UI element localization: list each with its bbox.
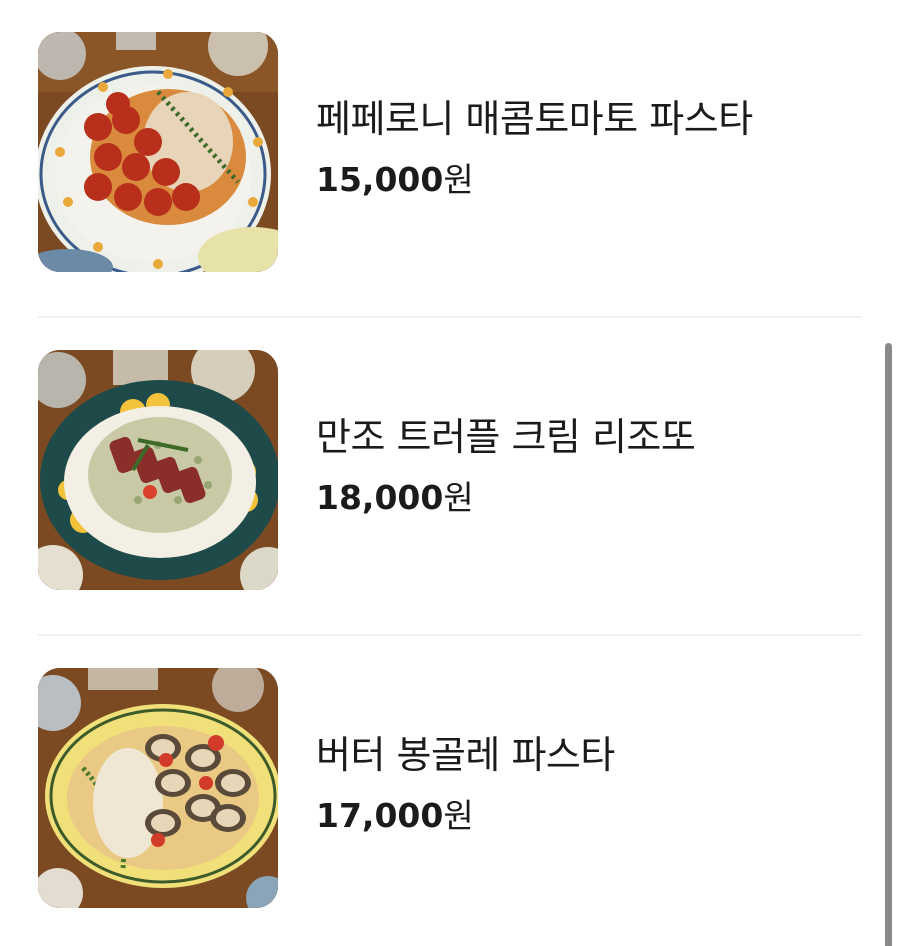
menu-item-name: 만조 트러플 크림 리조또 xyxy=(316,415,696,459)
menu-item-price: 17,000원 xyxy=(316,794,615,838)
vongole-pasta-photo xyxy=(38,668,278,908)
price-value: 17,000 xyxy=(316,796,444,835)
pepperoni-pasta-photo xyxy=(38,32,278,272)
menu-item-info: 만조 트러플 크림 리조또 18,000원 xyxy=(316,412,696,520)
menu-item-truffle-risotto[interactable]: 만조 트러플 크림 리조또 18,000원 xyxy=(38,318,862,636)
menu-item-name: 페페로니 매콤토마토 파스타 xyxy=(316,97,753,141)
menu-item-price: 18,000원 xyxy=(316,476,695,520)
truffle-risotto-photo xyxy=(38,350,278,590)
menu-item-name: 버터 봉골레 파스타 xyxy=(316,733,615,777)
menu-item-photo xyxy=(38,350,278,590)
menu-item-pepperoni-pasta[interactable]: 페페로니 매콤토마토 파스타 15,000원 xyxy=(38,0,862,318)
menu-item-photo xyxy=(38,668,278,908)
price-value: 18,000 xyxy=(316,478,444,517)
menu-item-info: 페페로니 매콤토마토 파스타 15,000원 xyxy=(316,94,753,202)
menu-item-photo xyxy=(38,32,278,272)
menu-screen: 페페로니 매콤토마토 파스타 15,000원 만조 트러플 크림 리조또 18,… xyxy=(0,0,900,946)
vertical-scrollbar[interactable] xyxy=(885,343,892,946)
price-unit: 원 xyxy=(443,796,474,835)
menu-list: 페페로니 매콤토마토 파스타 15,000원 만조 트러플 크림 리조또 18,… xyxy=(38,0,862,946)
price-value: 15,000 xyxy=(316,160,444,199)
menu-item-price: 15,000원 xyxy=(316,158,753,202)
menu-item-info: 버터 봉골레 파스타 17,000원 xyxy=(316,730,615,838)
price-unit: 원 xyxy=(443,160,474,199)
price-unit: 원 xyxy=(443,478,474,517)
menu-item-vongole-pasta[interactable]: 버터 봉골레 파스타 17,000원 xyxy=(38,636,862,946)
